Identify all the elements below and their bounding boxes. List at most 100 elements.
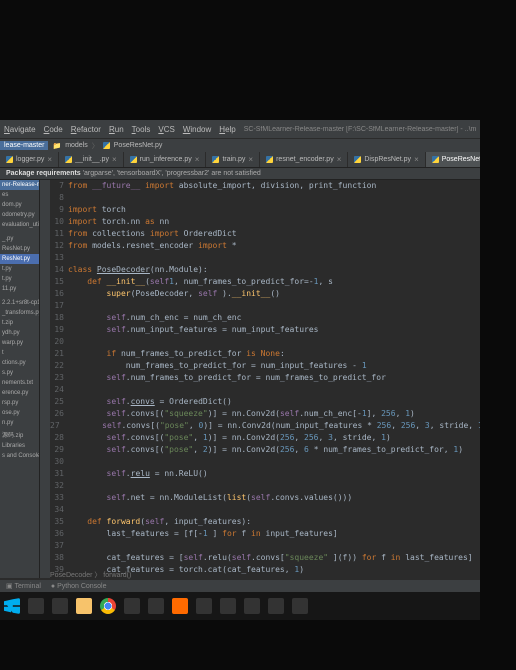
project-tree-item[interactable]: ResNet.py xyxy=(0,244,39,254)
code-line[interactable]: 21 if num_frames_to_predict_for is None: xyxy=(50,348,480,360)
menu-run[interactable]: Run xyxy=(109,125,124,134)
code-line[interactable]: 19 self.num_input_features = num_input_f… xyxy=(50,324,480,336)
project-tree-item[interactable]: nements.txt xyxy=(0,378,39,388)
code-line[interactable]: 18 self.num_ch_enc = num_ch_enc xyxy=(50,312,480,324)
menu-help[interactable]: Help xyxy=(219,125,235,134)
code-line[interactable]: 22 num_frames_to_predict_for = num_input… xyxy=(50,360,480,372)
code-line[interactable]: 26 self.convs[("squeeze")] = nn.Conv2d(s… xyxy=(50,408,480,420)
code-line[interactable]: 36 last_features = [f[-1 ] for f in inpu… xyxy=(50,528,480,540)
project-tree-item[interactable]: 2.2.1+sr8t-cp17 xyxy=(0,298,39,308)
package-requirements-banner[interactable]: Package requirements 'argparse', 'tensor… xyxy=(0,168,480,180)
project-tree[interactable]: ner-Release-m esdom.pyodometry.pyevaluat… xyxy=(0,180,40,578)
code-line[interactable]: 14class PoseDecoder(nn.Module): xyxy=(50,264,480,276)
project-tree-item[interactable]: t xyxy=(0,348,39,358)
taskbar-tb-generic-icon[interactable] xyxy=(220,598,236,614)
code-line[interactable]: 37 xyxy=(50,540,480,552)
code-line[interactable]: 12from models.resnet_encoder import * xyxy=(50,240,480,252)
taskbar-tb-orange-icon[interactable] xyxy=(172,598,188,614)
code-line[interactable]: 20 xyxy=(50,336,480,348)
code-line[interactable]: 30 xyxy=(50,456,480,468)
project-tree-item[interactable]: evaluation_utils xyxy=(0,220,39,230)
taskbar-tb-generic-icon[interactable] xyxy=(292,598,308,614)
code-line[interactable]: 29 self.convs[("pose", 2)] = nn.Conv2d(2… xyxy=(50,444,480,456)
taskbar-tb-folder-icon[interactable] xyxy=(76,598,92,614)
project-tree-item[interactable]: _.py xyxy=(0,234,39,244)
project-tree-item[interactable]: warp.py xyxy=(0,338,39,348)
terminal-tool-button[interactable]: ▣ Terminal xyxy=(6,582,41,590)
project-tree-item[interactable]: t.py xyxy=(0,274,39,284)
close-icon[interactable]: × xyxy=(414,155,419,164)
code-line[interactable]: 31 self.relu = nn.ReLU() xyxy=(50,468,480,480)
project-tree-item[interactable]: s.py xyxy=(0,368,39,378)
tab-logger-py[interactable]: logger.py× xyxy=(0,152,59,167)
code-line[interactable]: 28 self.convs[("pose", 1)] = nn.Conv2d(2… xyxy=(50,432,480,444)
code-line[interactable]: 10import torch.nn as nn xyxy=(50,216,480,228)
close-icon[interactable]: × xyxy=(248,155,253,164)
code-line[interactable]: 34 xyxy=(50,504,480,516)
editor-breadcrumb[interactable]: PoseDecoder 〉 forward() xyxy=(50,570,131,580)
project-tree-item[interactable]: ResNet.py xyxy=(0,254,39,264)
code-line[interactable]: 13 xyxy=(50,252,480,264)
code-line[interactable]: 7from __future__ import absolute_import,… xyxy=(50,180,480,192)
menu-vcs[interactable]: VCS xyxy=(158,125,174,134)
project-tree-item[interactable]: 11.py xyxy=(0,284,39,294)
taskbar-tb-generic-icon[interactable] xyxy=(268,598,284,614)
project-tree-item[interactable]: ctions.py xyxy=(0,358,39,368)
tab-__init__-py[interactable]: __init__.py× xyxy=(59,152,124,167)
close-icon[interactable]: × xyxy=(112,155,117,164)
code-editor[interactable]: 7from __future__ import absolute_import,… xyxy=(50,180,480,578)
tab-resnet_encoder-py[interactable]: resnet_encoder.py× xyxy=(260,152,348,167)
code-line[interactable]: 15 def __init__(self1, num_frames_to_pre… xyxy=(50,276,480,288)
taskbar-tb-generic-icon[interactable] xyxy=(52,598,68,614)
code-line[interactable]: 27 self.convs[("pose", 0)] = nn.Conv2d(n… xyxy=(50,420,480,432)
project-tree-item[interactable]: rsp.py xyxy=(0,398,39,408)
tab-train-py[interactable]: train.py× xyxy=(206,152,260,167)
taskbar-tb-generic-icon[interactable] xyxy=(196,598,212,614)
menu-window[interactable]: Window xyxy=(183,125,211,134)
code-line[interactable]: 33 self.net = nn.ModuleList(list(self.co… xyxy=(50,492,480,504)
breadcrumb-seg[interactable]: models xyxy=(65,142,88,149)
code-line[interactable]: 32 xyxy=(50,480,480,492)
code-line[interactable]: 35 def forward(self, input_features): xyxy=(50,516,480,528)
project-tree-item[interactable]: _transforms.py xyxy=(0,308,39,318)
taskbar-tb-generic-icon[interactable] xyxy=(148,598,164,614)
project-tree-item[interactable]: dom.py xyxy=(0,200,39,210)
code-line[interactable]: 17 xyxy=(50,300,480,312)
close-icon[interactable]: × xyxy=(47,155,52,164)
project-tree-item[interactable]: Libraries xyxy=(0,441,39,451)
tab-dispresnet-py[interactable]: DispResNet.py× xyxy=(348,152,425,167)
taskbar-win-start-icon[interactable] xyxy=(4,598,20,614)
project-tree-item[interactable]: s and Consoles xyxy=(0,451,39,461)
project-tree-item[interactable]: t.py xyxy=(0,264,39,274)
close-icon[interactable]: × xyxy=(337,155,342,164)
code-line[interactable]: 16 super(PoseDecoder, self ).__init__() xyxy=(50,288,480,300)
project-tree-item[interactable]: n.py xyxy=(0,418,39,428)
project-tree-item[interactable]: odometry.py xyxy=(0,210,39,220)
menu-refactor[interactable]: Refactor xyxy=(71,125,101,134)
taskbar-tb-generic-icon[interactable] xyxy=(124,598,140,614)
tab-poseresnet[interactable]: PoseResNet× xyxy=(426,152,480,167)
breadcrumb[interactable]: 📁 models 〉 PoseResNet.py xyxy=(48,141,166,151)
code-line[interactable]: 25 self.convs = OrderedDict() xyxy=(50,396,480,408)
taskbar-tb-generic-icon[interactable] xyxy=(28,598,44,614)
menu-tools[interactable]: Tools xyxy=(132,125,151,134)
taskbar-tb-chrome-icon[interactable] xyxy=(100,598,116,614)
project-tree-item[interactable]: ose.py xyxy=(0,408,39,418)
menu-code[interactable]: Code xyxy=(44,125,63,134)
code-line[interactable]: 9import torch xyxy=(50,204,480,216)
code-line[interactable]: 24 xyxy=(50,384,480,396)
taskbar-tb-generic-icon[interactable] xyxy=(244,598,260,614)
code-line[interactable]: 8 xyxy=(50,192,480,204)
python-console-button[interactable]: ● Python Console xyxy=(51,583,107,590)
project-tree-item[interactable]: 源码.zip xyxy=(0,428,39,441)
project-tree-item[interactable]: erence.py xyxy=(0,388,39,398)
tab-run_inference-py[interactable]: run_inference.py× xyxy=(124,152,207,167)
menu-navigate[interactable]: Navigate xyxy=(4,125,36,134)
project-tree-item[interactable]: ydh.py xyxy=(0,328,39,338)
code-line[interactable]: 11from collections import OrderedDict xyxy=(50,228,480,240)
code-line[interactable]: 38 cat_features = [self.relu(self.convs[… xyxy=(50,552,480,564)
project-tree-item[interactable]: es xyxy=(0,190,39,200)
code-line[interactable]: 23 self.num_frames_to_predict_for = num_… xyxy=(50,372,480,384)
breadcrumb-seg[interactable]: PoseResNet.py xyxy=(114,142,163,149)
project-tree-item[interactable]: t.zip xyxy=(0,318,39,328)
